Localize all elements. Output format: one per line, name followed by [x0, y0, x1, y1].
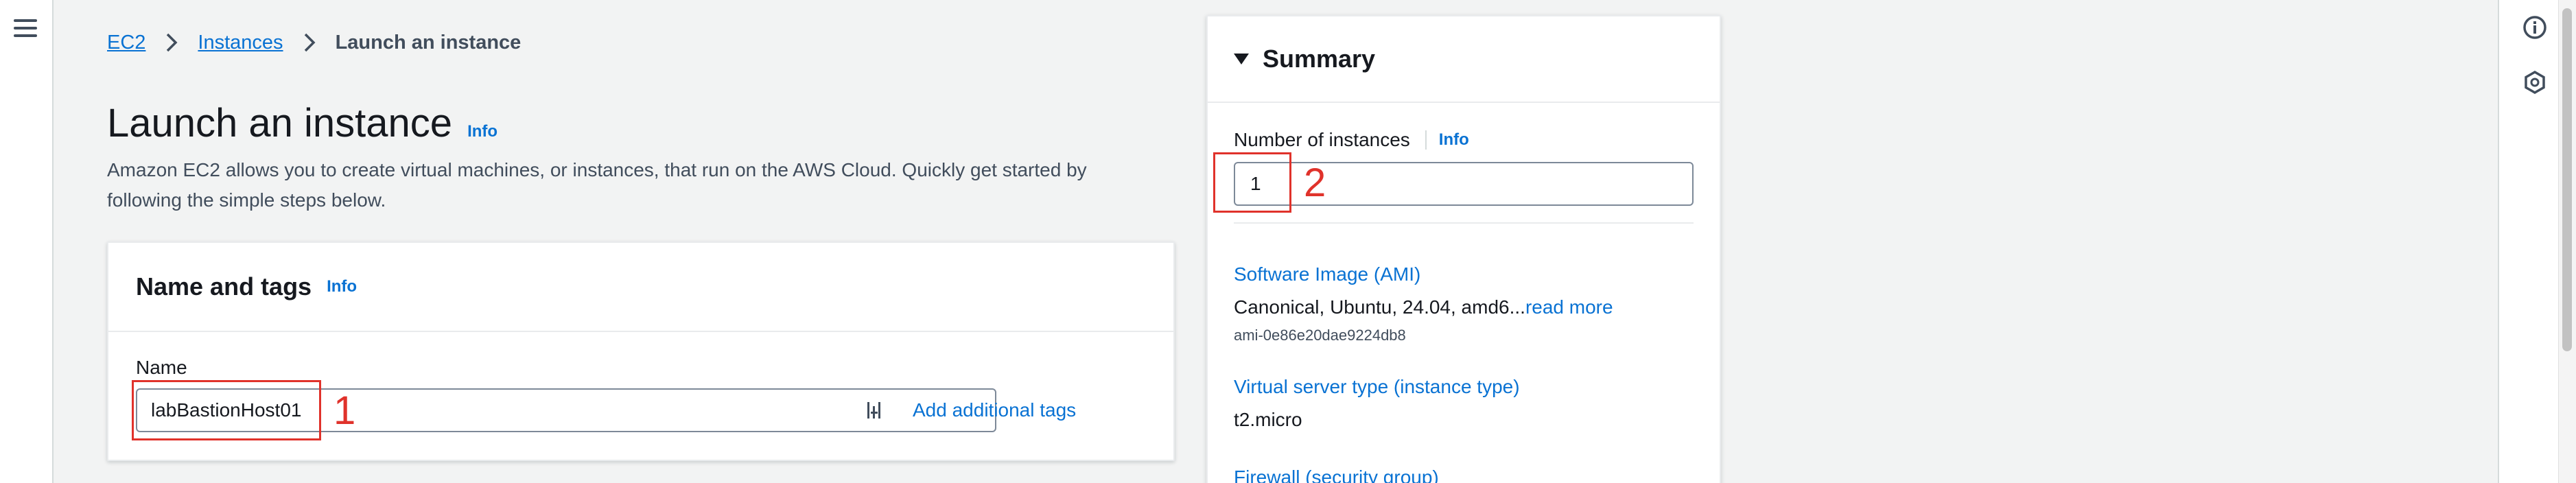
firewall-link[interactable]: Firewall (security group) — [1234, 467, 1439, 483]
summary-title: Summary — [1263, 45, 1376, 73]
right-utility-rail — [2498, 0, 2576, 483]
breadcrumb-current: Launch an instance — [335, 31, 522, 54]
annotation-number-2: 2 — [1304, 161, 1326, 205]
name-and-tags-card: Name and tags Info Name Add additional t… — [107, 242, 1175, 461]
info-circle-icon[interactable] — [2521, 14, 2549, 41]
page-info-link[interactable]: Info — [467, 122, 497, 141]
chevron-right-icon — [167, 33, 178, 52]
page-description: Amazon EC2 allows you to create virtual … — [107, 159, 1087, 211]
page-header: Launch an instance Info — [107, 100, 497, 146]
left-nav-rail — [0, 0, 54, 483]
summary-header[interactable]: Summary — [1208, 16, 1720, 103]
ami-id: ami-0e86e20dae9224db8 — [1234, 327, 1406, 344]
name-tags-info-link[interactable]: Info — [327, 277, 357, 296]
input-suffix-icon[interactable] — [860, 397, 888, 424]
hamburger-menu-icon[interactable] — [14, 19, 37, 37]
annotation-number-1: 1 — [333, 388, 356, 433]
breadcrumb: EC2 Instances Launch an instance — [107, 30, 521, 55]
name-label: Name — [136, 357, 187, 378]
ami-value-text: Canonical, Ubuntu, 24.04, amd6... — [1234, 296, 1525, 318]
instances-label: Number of instances — [1234, 129, 1410, 150]
card-title: Name and tags — [136, 272, 312, 301]
page-title: Launch an instance — [107, 101, 453, 145]
instance-type-value: t2.micro — [1234, 409, 1302, 430]
card-header: Name and tags Info — [108, 243, 1173, 332]
ami-link[interactable]: Software Image (AMI) — [1234, 263, 1420, 285]
add-additional-tags-link[interactable]: Add additional tags — [913, 398, 1076, 423]
caret-down-icon — [1234, 54, 1249, 64]
breadcrumb-ec2[interactable]: EC2 — [107, 32, 145, 54]
scrollbar-thumb[interactable] — [2562, 8, 2572, 351]
hexagon-settings-icon[interactable] — [2521, 69, 2549, 96]
chevron-right-icon — [304, 33, 316, 52]
ami-value: Canonical, Ubuntu, 24.04, amd6...read mo… — [1234, 296, 1613, 318]
instances-info-link[interactable]: Info — [1439, 130, 1469, 150]
instances-count-input[interactable] — [1234, 162, 1694, 206]
instances-label-row: Number of instances Info — [1234, 129, 1469, 151]
instance-type-link[interactable]: Virtual server type (instance type) — [1234, 376, 1520, 398]
breadcrumb-instances[interactable]: Instances — [198, 32, 283, 54]
summary-divider — [1234, 222, 1694, 224]
summary-panel: Summary Number of instances Info Softwar… — [1206, 15, 1721, 483]
label-divider — [1425, 130, 1427, 150]
scrollbar[interactable] — [2558, 0, 2576, 483]
ami-read-more-link[interactable]: read more — [1525, 296, 1613, 318]
